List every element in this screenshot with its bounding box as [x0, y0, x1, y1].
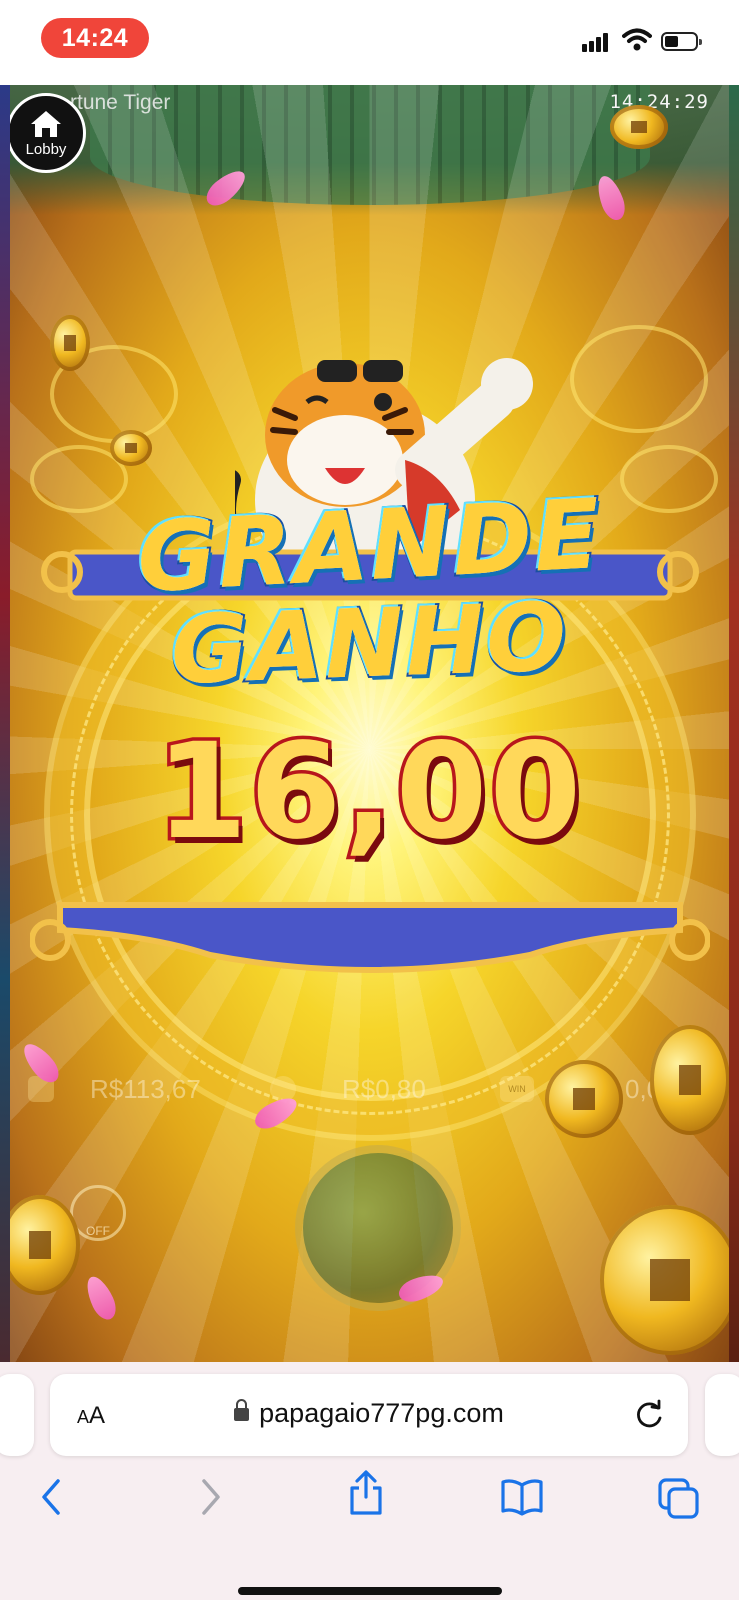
coin-decoration [650, 1025, 729, 1135]
url-text: papagaio777pg.com [259, 1398, 504, 1428]
status-time[interactable]: 14:24 [41, 18, 149, 58]
coin-decoration [600, 1205, 729, 1355]
coin-decoration [110, 430, 152, 466]
lock-icon [234, 1399, 250, 1421]
previous-tab-card[interactable] [0, 1374, 34, 1456]
reload-icon[interactable] [634, 1398, 664, 1430]
tabs-icon[interactable] [657, 1477, 701, 1521]
lobby-label: Lobby [25, 140, 67, 158]
amount-banner [30, 902, 710, 973]
game-left-edge [0, 85, 10, 1362]
coin-decoration [545, 1060, 623, 1138]
bookmarks-icon[interactable] [500, 1477, 544, 1517]
share-icon[interactable] [348, 1469, 384, 1517]
browser-toolbar: AA papagaio777pg.com [0, 1362, 739, 1600]
game-canvas[interactable]: rtune Tiger 14:24:29 Lobby GRANDE GANHO … [10, 85, 729, 1362]
browser-nav-row [0, 1470, 739, 1537]
home-icon [31, 110, 61, 137]
battery-icon [661, 32, 702, 51]
cloud-ornament-right [570, 325, 708, 433]
balance-value: R$113,67 [90, 1074, 201, 1104]
coin-decoration [610, 105, 668, 149]
win-badge: WIN [500, 1076, 534, 1102]
forward-icon[interactable] [196, 1477, 224, 1517]
status-bar: 14:24 [0, 0, 739, 85]
game-title: rtune Tiger [70, 91, 171, 114]
win-amount: 16,00 [152, 712, 585, 873]
game-right-edge [729, 85, 739, 1362]
back-icon[interactable] [38, 1477, 66, 1517]
next-tab-card[interactable] [705, 1374, 739, 1456]
url-field[interactable]: papagaio777pg.com [50, 1398, 688, 1429]
home-indicator[interactable] [238, 1587, 502, 1595]
wifi-icon [622, 28, 652, 51]
bet-value: R$0,80 [342, 1074, 426, 1104]
address-bar[interactable]: AA papagaio777pg.com [50, 1374, 688, 1456]
coin-decoration [50, 315, 90, 371]
